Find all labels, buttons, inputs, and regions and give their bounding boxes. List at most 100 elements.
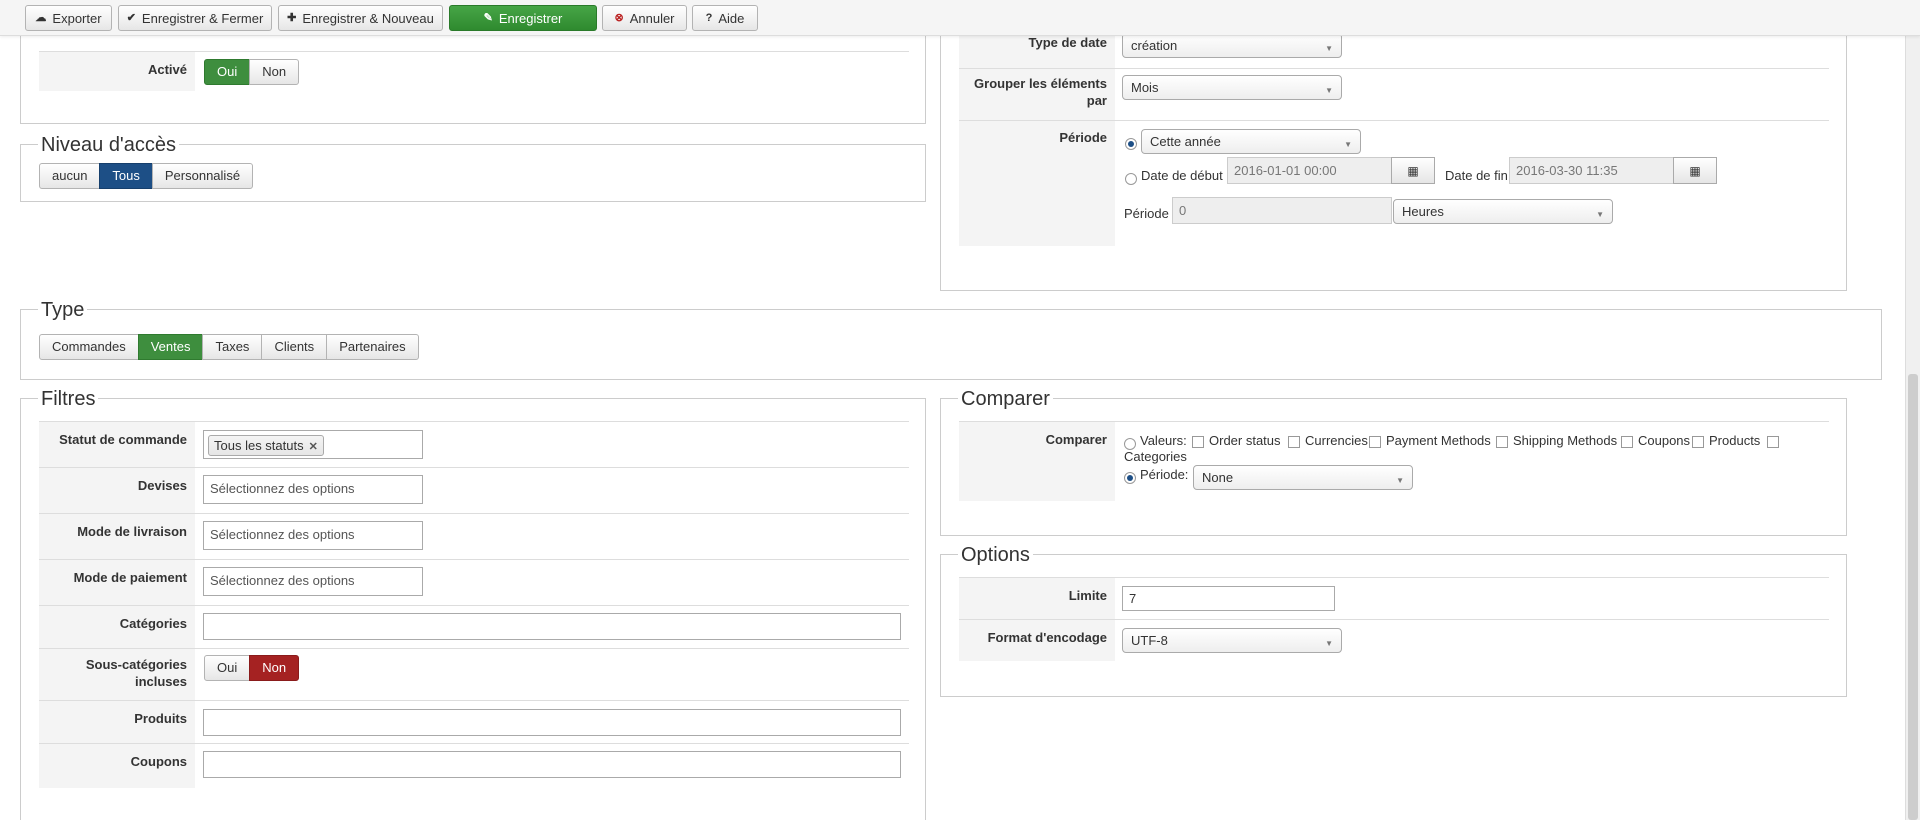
currencies-row: Devises Sélectionnez des options: [39, 467, 909, 514]
export-button[interactable]: ☁ Exporter: [25, 5, 112, 31]
products-label: Produits: [39, 701, 195, 744]
categories-input[interactable]: [203, 613, 901, 640]
order-status-row: Statut de commande Tous les statuts ✕: [39, 421, 909, 468]
compare-period-value: None: [1202, 470, 1234, 485]
group-row: Grouper les éléments par Mois ▼: [959, 68, 1829, 120]
subcats-toggle: Oui Non: [204, 655, 300, 681]
date-type-select[interactable]: création ▼: [1122, 33, 1342, 58]
active-label: Activé: [39, 52, 195, 91]
export-icon: ☁: [35, 11, 47, 24]
group-select[interactable]: Mois ▼: [1122, 75, 1342, 100]
check-products-label: Products: [1709, 433, 1761, 448]
check-coupons-label: Coupons: [1638, 433, 1691, 448]
check-categories[interactable]: [1767, 436, 1779, 448]
encoding-row: Format d'encodage UTF-8 ▼: [959, 619, 1829, 661]
access-option-tous[interactable]: Tous: [99, 163, 153, 189]
end-date-label: Date de fin: [1445, 168, 1508, 183]
cancel-label: Annuler: [629, 10, 675, 26]
check-currencies[interactable]: [1288, 436, 1300, 448]
type-option-taxes[interactable]: Taxes: [202, 334, 263, 360]
remove-icon[interactable]: ✕: [309, 441, 318, 453]
payment-row: Mode de paiement Sélectionnez des option…: [39, 559, 909, 606]
start-calendar-button[interactable]: ▦: [1391, 157, 1435, 184]
payment-label: Mode de paiement: [39, 560, 195, 606]
type-option-clients[interactable]: Clients: [261, 334, 328, 360]
access-legend: Niveau d'accès: [38, 134, 179, 156]
scrollbar-thumb[interactable]: [1908, 374, 1918, 820]
check-currencies-label: Currencies: [1305, 433, 1368, 448]
group-label: Grouper les éléments par: [959, 69, 1115, 120]
check-payment-methods-label: Payment Methods: [1386, 433, 1491, 448]
active-yes-button[interactable]: Oui: [204, 59, 251, 85]
period-unit-value: Heures: [1402, 204, 1444, 219]
group-value: Mois: [1131, 80, 1159, 95]
coupons-input[interactable]: [203, 751, 901, 778]
date-fieldset: Type de date création ▼ Grouper les éléme…: [940, 0, 1847, 291]
payment-input[interactable]: Sélectionnez des options: [203, 567, 423, 596]
access-option-aucun[interactable]: aucun: [39, 163, 101, 189]
toolbar: ☁ Exporter ✔ Enregistrer & Fermer ✚ Enregis…: [0, 0, 1920, 36]
compare-period-label: Période:: [1140, 467, 1189, 482]
type-option-ventes[interactable]: Ventes: [137, 334, 204, 360]
check-products[interactable]: [1692, 436, 1704, 448]
check-payment-methods[interactable]: [1369, 436, 1381, 448]
active-toggle: Oui Non: [204, 59, 300, 85]
chevron-down-icon: ▼: [1325, 639, 1333, 648]
encoding-value: UTF-8: [1131, 633, 1168, 648]
end-date-input[interactable]: 2016-03-30 11:35: [1509, 157, 1674, 184]
period-select[interactable]: Cette année ▼: [1141, 129, 1361, 154]
start-date-input[interactable]: 2016-01-01 00:00: [1227, 157, 1392, 184]
save-button[interactable]: ✎ Enregistrer: [449, 5, 597, 31]
check-order-status-label: Order status: [1209, 433, 1281, 448]
active-row: Activé Oui Non: [39, 51, 909, 91]
save-new-label: Enregistrer & Nouveau: [302, 10, 434, 26]
access-option-personnalise[interactable]: Personnalisé: [151, 163, 254, 189]
check-coupons[interactable]: [1621, 436, 1633, 448]
shipping-label: Mode de livraison: [39, 514, 195, 560]
date-type-value: création: [1131, 38, 1178, 53]
limit-row: Limite 7: [959, 577, 1829, 619]
help-icon: ?: [705, 11, 713, 24]
period-unit-select[interactable]: Heures ▼: [1393, 199, 1613, 224]
date-range-radio[interactable]: [1125, 173, 1137, 185]
page-scrollbar[interactable]: [1905, 36, 1920, 820]
filters-fieldset: Filtres Statut de commande Tous les stat…: [20, 388, 926, 820]
save-new-button[interactable]: ✚ Enregistrer & Nouveau: [278, 5, 443, 31]
encoding-label: Format d'encodage: [959, 620, 1115, 661]
help-label: Aide: [718, 10, 745, 26]
shipping-input[interactable]: Sélectionnez des options: [203, 521, 423, 550]
shipping-row: Mode de livraison Sélectionnez des optio…: [39, 513, 909, 560]
cancel-button[interactable]: ⊗ Annuler: [602, 5, 687, 31]
active-no-button[interactable]: Non: [249, 59, 300, 85]
end-calendar-button[interactable]: ▦: [1673, 157, 1717, 184]
export-label: Exporter: [52, 10, 102, 26]
help-button[interactable]: ? Aide: [692, 5, 758, 31]
cancel-icon: ⊗: [614, 11, 624, 24]
check-shipping-methods[interactable]: [1496, 436, 1508, 448]
subcats-no-button[interactable]: Non: [249, 655, 300, 681]
coupons-row: Coupons: [39, 743, 909, 788]
compare-period-radio[interactable]: [1124, 472, 1136, 484]
categories-label: Catégories: [39, 606, 195, 649]
compare-row: Comparer Valeurs: Order status Currencie…: [959, 421, 1829, 501]
type-legend: Type: [38, 299, 88, 321]
check-order-status[interactable]: [1192, 436, 1204, 448]
products-input[interactable]: [203, 709, 901, 736]
compare-legend: Comparer: [958, 388, 1053, 410]
calendar-icon: ▦: [1407, 163, 1419, 178]
period-radio[interactable]: [1125, 138, 1137, 150]
period-number-input[interactable]: 0: [1172, 197, 1392, 224]
currencies-input[interactable]: Sélectionnez des options: [203, 475, 423, 504]
limit-input[interactable]: 7: [1122, 586, 1335, 611]
type-option-partenaires[interactable]: Partenaires: [326, 334, 419, 360]
type-option-commandes[interactable]: Commandes: [39, 334, 139, 360]
compare-fieldset: Comparer Comparer Valeurs: Order status …: [940, 388, 1847, 536]
encoding-select[interactable]: UTF-8 ▼: [1122, 628, 1342, 653]
access-toggle: aucun Tous Personnalisé: [39, 163, 254, 189]
chevron-down-icon: ▼: [1325, 86, 1333, 95]
compare-period-select[interactable]: None ▼: [1193, 465, 1413, 490]
subcats-yes-button[interactable]: Oui: [204, 655, 251, 681]
compare-values-label: Valeurs:: [1140, 433, 1187, 448]
save-close-button[interactable]: ✔ Enregistrer & Fermer: [118, 5, 272, 31]
order-status-label: Statut de commande: [39, 422, 195, 468]
